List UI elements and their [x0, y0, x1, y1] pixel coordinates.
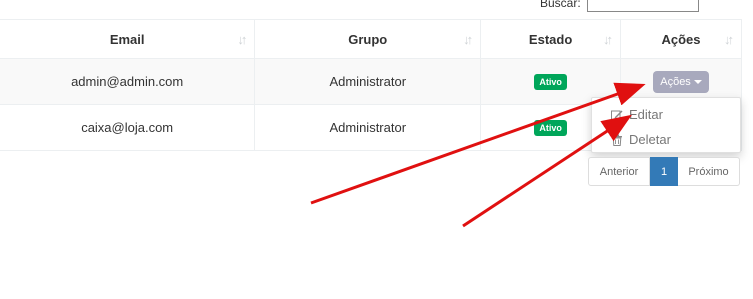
pagination: Anterior 1 Próximo [588, 157, 740, 186]
search-bar: Buscar: [540, 0, 699, 12]
column-header-label: Email [109, 31, 145, 47]
menu-item-label: Editar [629, 107, 663, 122]
column-header-label: Grupo [348, 31, 388, 47]
column-header-label: Ações [661, 31, 701, 47]
cell-grupo: Administrator [254, 104, 482, 151]
column-header-label: Estado [528, 31, 573, 47]
caret-down-icon [693, 79, 702, 84]
search-input[interactable] [586, 0, 699, 12]
column-header-grupo[interactable]: Grupo ↓↑ [254, 19, 482, 59]
menu-item-editar[interactable]: Editar [592, 102, 740, 127]
sort-icon[interactable]: ↓↑ [237, 32, 247, 47]
pagination-next[interactable]: Próximo [678, 157, 740, 186]
sort-icon[interactable]: ↓↑ [724, 32, 734, 47]
sort-icon[interactable]: ↓↑ [603, 32, 613, 47]
search-label: Buscar: [540, 0, 581, 10]
cell-grupo: Administrator [254, 58, 482, 105]
table-header-row: Email ↓↑ Grupo ↓↑ Estado ↓↑ Ações ↓↑ [0, 19, 742, 59]
actions-dropdown-button[interactable]: Ações [653, 70, 709, 93]
edit-icon [611, 110, 623, 121]
menu-item-deletar[interactable]: Deletar [592, 127, 740, 152]
menu-item-label: Deletar [629, 132, 671, 147]
column-header-email[interactable]: Email ↓↑ [0, 19, 256, 59]
column-header-estado[interactable]: Estado ↓↑ [480, 19, 622, 59]
actions-button-label: Ações [660, 75, 691, 88]
status-badge: Ativo [534, 120, 567, 136]
sort-icon[interactable]: ↓↑ [463, 32, 473, 47]
actions-dropdown-menu: Editar Deletar [591, 97, 741, 153]
cell-email: caixa@loja.com [0, 104, 256, 151]
cell-email: admin@admin.com [0, 58, 256, 105]
pagination-page-current[interactable]: 1 [650, 157, 678, 186]
pagination-previous[interactable]: Anterior [588, 157, 650, 186]
trash-icon [612, 134, 622, 146]
status-badge: Ativo [534, 74, 567, 90]
column-header-acoes[interactable]: Ações ↓↑ [620, 19, 742, 59]
